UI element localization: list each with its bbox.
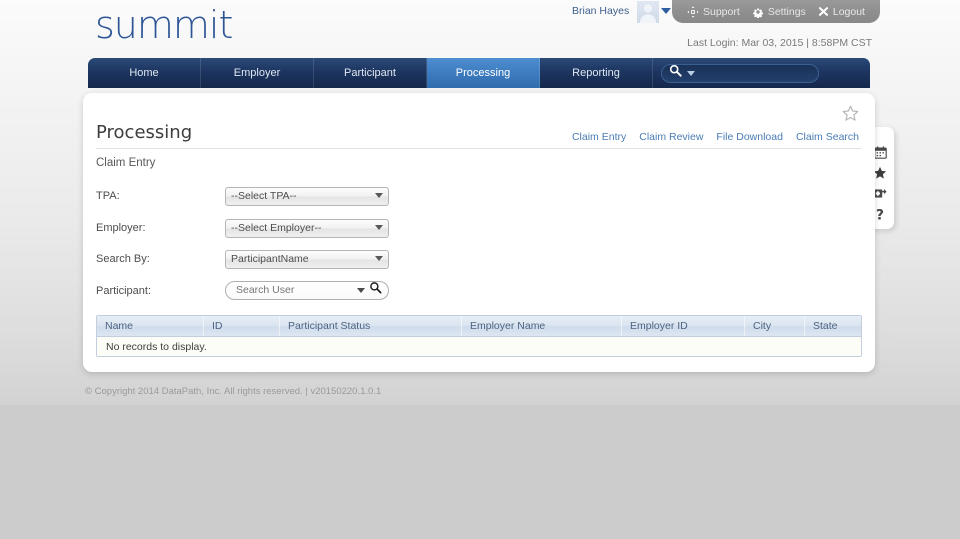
nav-search-area bbox=[653, 58, 870, 88]
global-search-box[interactable] bbox=[661, 63, 819, 83]
nav-tab-participant[interactable]: Participant bbox=[314, 58, 427, 88]
employer-label: Employer: bbox=[96, 221, 146, 234]
search-by-label: Search By: bbox=[96, 253, 150, 265]
utility-bar: Support Settings Logout bbox=[672, 0, 880, 23]
page-title: Processing bbox=[96, 122, 193, 143]
nav-tab-home-label: Home bbox=[129, 67, 159, 79]
page-below-fold bbox=[0, 405, 960, 539]
grid-col-employer-id[interactable]: Employer ID bbox=[622, 316, 745, 336]
claim-entry-form: TPA: --Select TPA-- Employer: --Select E… bbox=[96, 186, 862, 312]
participant-search-input[interactable] bbox=[234, 283, 357, 297]
question-mark-icon[interactable]: ? bbox=[873, 207, 887, 224]
form-row-search-by: Search By: ParticipantName bbox=[96, 249, 862, 281]
nav-tab-processing-label: Processing bbox=[455, 67, 511, 79]
support-label: Support bbox=[703, 5, 740, 18]
last-login-text: Last Login: Mar 03, 2015 | 8:58PM CST bbox=[687, 37, 872, 49]
nav-tab-employer[interactable]: Employer bbox=[201, 58, 314, 88]
form-row-employer: Employer: --Select Employer-- bbox=[96, 218, 862, 250]
grid-col-name[interactable]: Name bbox=[97, 316, 204, 336]
add-box-icon[interactable] bbox=[873, 187, 887, 200]
support-button[interactable]: Support bbox=[681, 6, 746, 18]
grid-col-state[interactable]: State bbox=[805, 316, 861, 336]
search-by-control: ParticipantName bbox=[225, 249, 389, 269]
card-subnav: Claim Entry Claim Review File Download C… bbox=[572, 131, 859, 143]
settings-label: Settings bbox=[767, 5, 806, 18]
grid-col-id[interactable]: ID bbox=[204, 316, 280, 336]
subnav-claim-review[interactable]: Claim Review bbox=[639, 131, 703, 143]
nav-tab-home[interactable]: Home bbox=[88, 58, 201, 88]
search-by-select[interactable]: ParticipantName bbox=[225, 250, 389, 269]
grid-col-participant-status[interactable]: Participant Status bbox=[280, 316, 462, 336]
settings-button[interactable]: Settings bbox=[746, 6, 812, 18]
user-name-link[interactable]: Brian Hayes bbox=[572, 5, 629, 17]
grid-header-row: Name ID Participant Status Employer Name… bbox=[97, 316, 861, 337]
footer-copyright: © Copyright 2014 DataPath, Inc. All righ… bbox=[85, 386, 382, 397]
grid-empty-message: No records to display. bbox=[106, 340, 207, 353]
employer-select[interactable]: --Select Employer-- bbox=[225, 218, 389, 238]
logout-label: Logout bbox=[832, 5, 865, 18]
main-navigation: Home Employer Participant Processing Rep… bbox=[88, 58, 870, 88]
tpa-label: TPA: bbox=[96, 190, 120, 202]
employer-control: --Select Employer-- bbox=[225, 218, 389, 238]
grid-col-city[interactable]: City bbox=[745, 316, 805, 336]
results-grid: Name ID Participant Status Employer Name… bbox=[96, 315, 862, 357]
title-divider bbox=[96, 148, 862, 149]
nav-tab-reporting-label: Reporting bbox=[572, 67, 620, 79]
avatar[interactable] bbox=[637, 1, 659, 23]
search-icon bbox=[669, 64, 682, 82]
app-logo: summit bbox=[95, 3, 233, 47]
support-crosshair-icon bbox=[687, 5, 699, 18]
gear-icon bbox=[752, 6, 764, 18]
subnav-claim-entry[interactable]: Claim Entry bbox=[572, 131, 626, 143]
nav-tab-reporting[interactable]: Reporting bbox=[540, 58, 653, 88]
user-menu-chevron-down-icon[interactable] bbox=[661, 8, 671, 14]
participant-control bbox=[225, 280, 389, 300]
close-x-icon bbox=[818, 6, 829, 17]
grid-col-employer-name[interactable]: Employer Name bbox=[462, 316, 622, 336]
tpa-select[interactable]: --Select TPA-- bbox=[225, 187, 389, 206]
form-row-tpa: TPA: --Select TPA-- bbox=[96, 186, 862, 218]
participant-search-box[interactable] bbox=[225, 280, 389, 300]
tpa-control: --Select TPA-- bbox=[225, 186, 389, 206]
nav-tab-participant-label: Participant bbox=[344, 67, 396, 79]
svg-text:?: ? bbox=[876, 208, 884, 222]
participant-chevron-down-icon[interactable] bbox=[357, 287, 365, 293]
page-root: summit Brian Hayes Support Settings Logo… bbox=[0, 0, 960, 405]
grid-body: No records to display. bbox=[97, 337, 861, 356]
section-label: Claim Entry bbox=[96, 157, 156, 169]
form-row-participant: Participant: bbox=[96, 280, 862, 313]
search-chevron-down-icon[interactable] bbox=[687, 70, 695, 76]
logout-button[interactable]: Logout bbox=[812, 6, 871, 18]
content-card: Processing Claim Entry Claim Review File… bbox=[83, 93, 875, 372]
nav-tab-employer-label: Employer bbox=[233, 67, 281, 79]
subnav-claim-search[interactable]: Claim Search bbox=[796, 131, 859, 143]
participant-search-icon[interactable] bbox=[369, 281, 382, 299]
participant-label: Participant: bbox=[96, 284, 152, 297]
subnav-file-download[interactable]: File Download bbox=[716, 131, 783, 143]
calendar-icon[interactable] bbox=[873, 146, 887, 159]
star-filled-icon[interactable] bbox=[873, 166, 887, 180]
star-outline-icon[interactable] bbox=[842, 105, 859, 127]
nav-tab-processing[interactable]: Processing bbox=[427, 58, 540, 88]
